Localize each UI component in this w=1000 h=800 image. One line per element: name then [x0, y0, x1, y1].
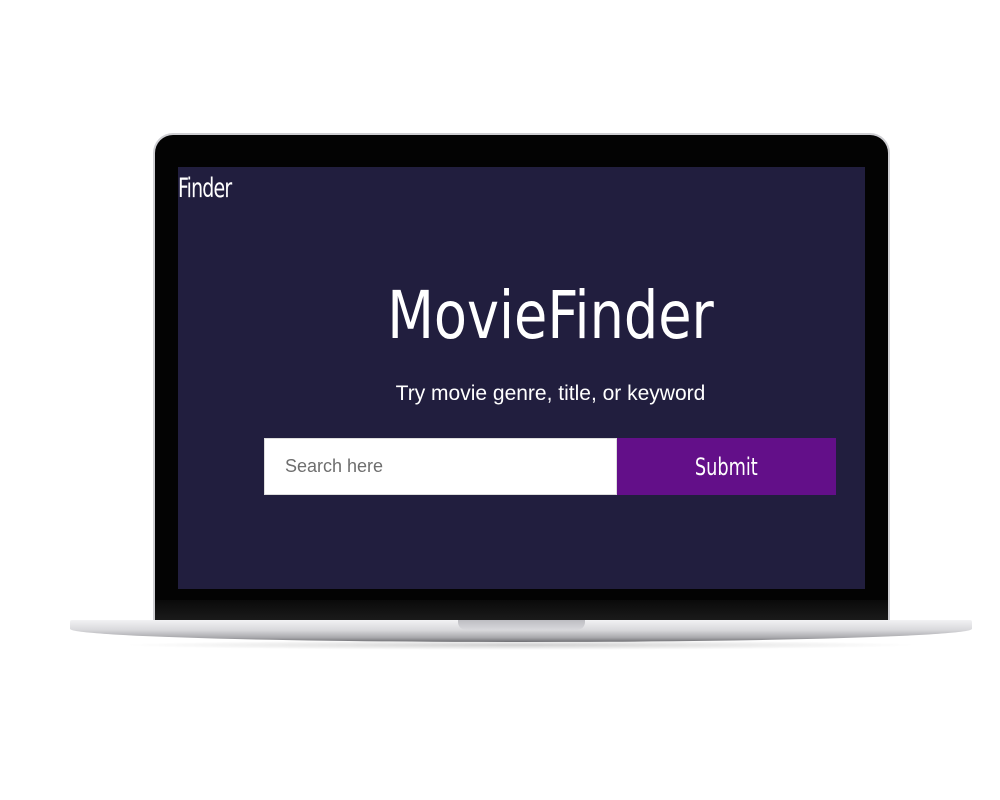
laptop-bezel-bottom [155, 600, 888, 621]
page: Finder MovieFinder Try movie genre, titl… [0, 0, 1000, 800]
submit-button-label: Submit [695, 452, 758, 481]
nav-brand-link[interactable]: Finder [178, 173, 232, 204]
search-form: Submit [264, 438, 836, 495]
page-title: MovieFinder [387, 277, 714, 354]
page-subtitle: Try movie genre, title, or keyword [395, 382, 706, 405]
submit-button[interactable]: Submit [617, 438, 836, 495]
app-screen: Finder MovieFinder Try movie genre, titl… [178, 167, 865, 589]
search-input[interactable] [264, 438, 617, 495]
laptop-notch [458, 620, 585, 630]
